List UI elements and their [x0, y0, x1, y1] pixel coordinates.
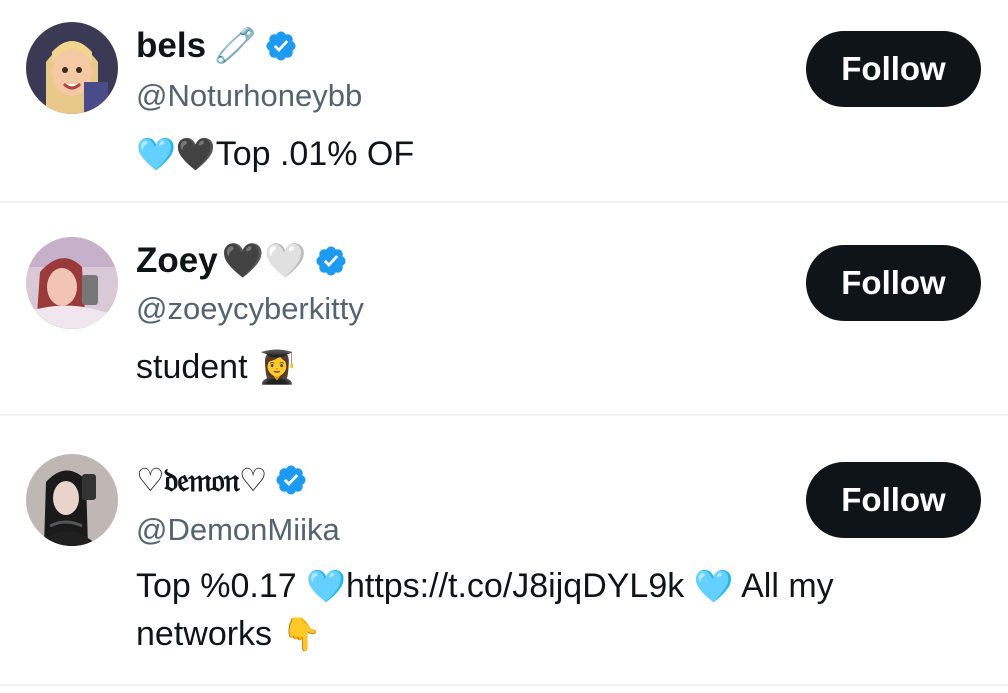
heart-emoji-pair: 🩵🖤 — [136, 135, 216, 173]
user-cell[interactable]: bels 🧷 @Noturhoneybb 🩵🖤Top .01% OF Follo… — [0, 0, 1008, 203]
user-handle: @Noturhoneybb — [136, 78, 363, 113]
bio-link[interactable]: https://t.co/J8ijqDYL9k — [346, 567, 694, 605]
bio-text: Top .01% OF — [215, 135, 415, 173]
verified-badge-icon — [264, 29, 298, 63]
user-bio: 🩵🖤Top .01% OF — [136, 130, 918, 178]
follow-button[interactable]: Follow — [806, 462, 981, 538]
user-bio: student 👩‍🎓 — [136, 343, 918, 391]
bio-text: Top %0.17 — [136, 567, 307, 605]
user-handle: @zoeycyberkitty — [136, 291, 364, 326]
name-line: Zoey 🖤🤍 — [136, 237, 348, 285]
bio-text: student — [136, 348, 248, 386]
name-line: bels 🧷 — [136, 22, 298, 70]
hearts-emoji: 🖤🤍 — [221, 241, 307, 281]
user-cell[interactable]: Zoey 🖤🤍 @zoeycyberkitty student 👩‍🎓 Foll… — [0, 203, 1008, 416]
avatar[interactable] — [26, 237, 118, 329]
light-blue-heart-emoji: 🩵 — [693, 567, 734, 605]
light-blue-heart-emoji: 🩵 — [306, 567, 346, 605]
follow-button[interactable]: Follow — [806, 31, 981, 107]
avatar[interactable] — [26, 454, 118, 546]
pointing-down-emoji: 👇 — [281, 615, 322, 653]
user-cell[interactable]: ♡𝔡𝔢𝔪𝔬𝔫♡ @DemonMiika Top %0.17 🩵https://t… — [0, 416, 1008, 686]
user-handle: @DemonMiika — [136, 512, 340, 547]
verified-badge-icon — [274, 463, 308, 497]
display-name: ♡𝔡𝔢𝔪𝔬𝔫♡ — [136, 461, 267, 499]
verified-badge-icon — [314, 244, 348, 278]
user-bio: Top %0.17 🩵https://t.co/J8ijqDYL9k 🩵 All… — [136, 562, 918, 658]
student-emoji: 👩‍🎓 — [256, 348, 297, 386]
avatar[interactable] — [26, 22, 118, 114]
display-name: Zoey — [136, 241, 218, 280]
who-to-follow-list: bels 🧷 @Noturhoneybb 🩵🖤Top .01% OF Follo… — [0, 0, 1008, 693]
safety-pin-emoji: 🧷 — [214, 26, 257, 66]
name-line: ♡𝔡𝔢𝔪𝔬𝔫♡ — [136, 456, 308, 504]
follow-button[interactable]: Follow — [806, 245, 981, 321]
display-name: bels — [136, 26, 207, 65]
